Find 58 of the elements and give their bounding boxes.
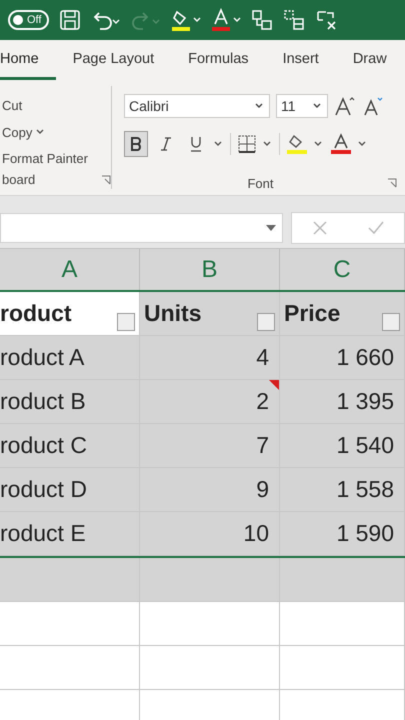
table-cell: 9 xyxy=(140,468,280,512)
caret-icon[interactable] xyxy=(36,128,46,136)
table-cell: roduct B xyxy=(0,380,140,424)
autosave-toggle[interactable]: Off xyxy=(8,10,50,30)
borders-icon[interactable] xyxy=(237,134,257,154)
underline-icon xyxy=(190,136,202,152)
font-color-icon[interactable] xyxy=(211,8,242,32)
caret-icon[interactable] xyxy=(314,140,324,148)
clipboard-command[interactable]: Copy xyxy=(2,124,32,140)
caret-icon xyxy=(255,102,265,110)
header-cell: Price xyxy=(280,292,405,336)
table-cell: 1 590 xyxy=(280,512,405,556)
table-cell: 1 395 xyxy=(280,380,405,424)
ribbon-tab[interactable]: Insert xyxy=(266,40,336,80)
dialog-launcher-icon[interactable] xyxy=(101,174,111,185)
header-cell: Units xyxy=(140,292,280,336)
font-color-icon[interactable] xyxy=(330,133,352,155)
ribbon-tab[interactable]: Page Layout xyxy=(56,40,172,80)
shrink-font-icon[interactable] xyxy=(362,95,384,117)
table-cell: 7 xyxy=(140,424,280,468)
bold-button[interactable] xyxy=(124,131,148,157)
table-cell: roduct A xyxy=(0,336,140,380)
save-icon[interactable] xyxy=(59,9,82,31)
table-cell: 4 xyxy=(140,336,280,380)
clipboard-command[interactable]: Format Painter xyxy=(2,151,88,166)
table-cell: roduct D xyxy=(0,468,140,512)
ribbon-tab[interactable]: Draw xyxy=(336,40,404,80)
table-cell: 1 558 xyxy=(280,468,405,512)
grow-font-icon[interactable] xyxy=(334,95,356,117)
column-header[interactable]: A xyxy=(0,249,140,290)
clipboard-command[interactable]: Cut xyxy=(2,98,22,113)
dropdown-caret-icon xyxy=(266,225,276,231)
group-label: Font xyxy=(247,176,274,191)
bold-icon xyxy=(130,137,142,151)
caret-icon[interactable] xyxy=(214,140,224,148)
fill-color-icon[interactable] xyxy=(286,133,308,155)
italic-icon xyxy=(160,137,172,151)
table-cell: 10 xyxy=(140,512,280,556)
table-cell: roduct C xyxy=(0,424,140,468)
caret-icon[interactable] xyxy=(358,140,368,148)
ribbon-tab[interactable]: Formulas xyxy=(171,40,266,80)
fill-color-icon[interactable] xyxy=(171,8,202,32)
caret-icon[interactable] xyxy=(263,140,273,148)
group-label: board xyxy=(2,172,36,188)
table-cell: 1 660 xyxy=(280,336,405,380)
column-header[interactable]: C xyxy=(280,249,405,290)
font-name-field[interactable]: Calibri xyxy=(124,94,270,118)
table-cell: roduct E xyxy=(0,512,140,556)
table-cell: 2 xyxy=(140,380,280,424)
table-cell: 1 540 xyxy=(280,424,405,468)
clear-formatting-icon[interactable] xyxy=(315,9,338,31)
column-header[interactable]: B xyxy=(140,249,280,290)
split-cells-icon[interactable] xyxy=(283,9,306,31)
header-cell: roduct xyxy=(0,292,140,336)
dialog-launcher-icon[interactable] xyxy=(387,178,397,188)
merge-cells-icon[interactable] xyxy=(251,9,274,31)
font-size-field[interactable]: 11 xyxy=(276,94,328,118)
caret-icon xyxy=(313,102,323,110)
